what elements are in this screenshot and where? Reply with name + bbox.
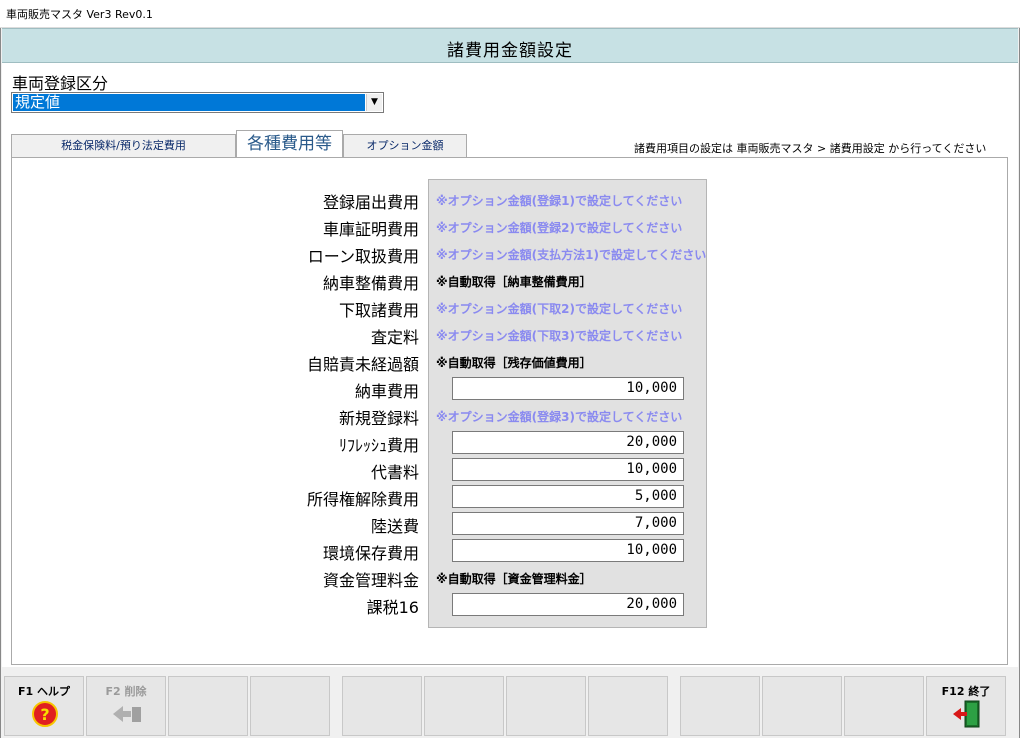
tab-misc-fees[interactable]: 各種費用等 — [236, 130, 343, 158]
fee-label: ローン取扱費用 — [307, 247, 419, 266]
delete-icon — [111, 699, 143, 729]
fee-amount-input[interactable]: 10,000 — [452, 539, 684, 562]
tab-option-amount[interactable]: オプション金額 — [343, 134, 467, 158]
chevron-down-icon[interactable]: ▼ — [366, 94, 382, 111]
fee-amount-input[interactable]: 5,000 — [452, 485, 684, 508]
help-icon: ? — [29, 699, 61, 729]
function-key-bar: F1 ヘルプ? F2 削除 F12 終了 — [0, 676, 1020, 738]
fee-label: 登録届出費用 — [322, 193, 419, 212]
function-key-1[interactable]: F1 ヘルプ? — [4, 676, 84, 736]
registration-label: 車両登録区分 — [12, 74, 109, 93]
fee-label: 代書料 — [370, 463, 419, 482]
tab-note: 諸費用項目の設定は 車両販売マスタ > 諸費用設定 から行ってください — [634, 142, 987, 155]
option-setting-note: ※オプション金額(登録3)で設定してください — [436, 410, 683, 424]
page-header: 諸費用金額設定 — [2, 28, 1018, 63]
fee-amount-input[interactable]: 20,000 — [452, 431, 684, 454]
fee-amount-input[interactable]: 10,000 — [452, 377, 684, 400]
function-key-2[interactable]: F2 削除 — [86, 676, 166, 736]
function-key-9[interactable] — [680, 676, 760, 736]
function-key-4[interactable] — [250, 676, 330, 736]
tab-tax-insurance[interactable]: 税金保険料/預り法定費用 — [11, 134, 236, 158]
fee-amount-input[interactable]: 20,000 — [452, 593, 684, 616]
function-key-label: F1 ヘルプ — [18, 685, 70, 698]
function-key-6[interactable] — [424, 676, 504, 736]
auto-acquire-note: ※自動取得［納車整備費用］ — [436, 275, 592, 289]
fee-label: 査定料 — [370, 328, 419, 347]
fee-amount-input[interactable]: 7,000 — [452, 512, 684, 535]
fee-label: 陸送費 — [370, 517, 419, 536]
registration-select[interactable]: 規定値 ▼ — [11, 92, 384, 113]
auto-acquire-note: ※自動取得［資金管理料金］ — [436, 572, 592, 586]
exit-door-icon — [951, 699, 983, 729]
auto-acquire-note: ※自動取得［残存価値費用］ — [436, 356, 592, 370]
function-key-8[interactable] — [588, 676, 668, 736]
function-key-7[interactable] — [506, 676, 586, 736]
option-setting-note: ※オプション金額(登録2)で設定してください — [436, 221, 683, 235]
fee-label: 納車整備費用 — [322, 274, 419, 293]
title-bar: 車両販売マスタ Ver3 Rev0.1 — [0, 0, 1020, 28]
fee-label: 車庫証明費用 — [322, 220, 419, 239]
function-key-11[interactable] — [844, 676, 924, 736]
option-setting-note: ※オプション金額(支払方法1)で設定してください — [436, 248, 707, 262]
svg-text:?: ? — [40, 705, 49, 724]
option-setting-note: ※オプション金額(下取3)で設定してください — [436, 329, 683, 343]
fee-label: 下取諸費用 — [338, 301, 419, 320]
fee-label: 資金管理料金 — [322, 571, 419, 590]
page-title: 諸費用金額設定 — [447, 41, 573, 61]
fee-label: 新規登録料 — [338, 409, 419, 428]
option-setting-note: ※オプション金額(下取2)で設定してください — [436, 302, 683, 316]
registration-select-value[interactable]: 規定値 — [13, 94, 365, 111]
function-key-12[interactable]: F12 終了 — [926, 676, 1006, 736]
function-key-label: F2 削除 — [105, 685, 147, 698]
function-key-3[interactable] — [168, 676, 248, 736]
window-title: 車両販売マスタ Ver3 Rev0.1 — [6, 8, 153, 21]
fee-amount-input[interactable]: 10,000 — [452, 458, 684, 481]
function-key-label: F12 終了 — [941, 685, 991, 698]
fee-label: ﾘﾌﾚｯｼｭ費用 — [338, 436, 419, 455]
fee-label: 納車費用 — [354, 382, 419, 401]
fee-label: 課税16 — [366, 598, 419, 617]
fee-label: 環境保存費用 — [322, 544, 419, 563]
function-key-5[interactable] — [342, 676, 422, 736]
option-setting-note: ※オプション金額(登録1)で設定してください — [436, 194, 683, 208]
function-key-10[interactable] — [762, 676, 842, 736]
fee-label: 自賠責未経過額 — [306, 355, 419, 374]
fee-label: 所得権解除費用 — [306, 490, 419, 509]
